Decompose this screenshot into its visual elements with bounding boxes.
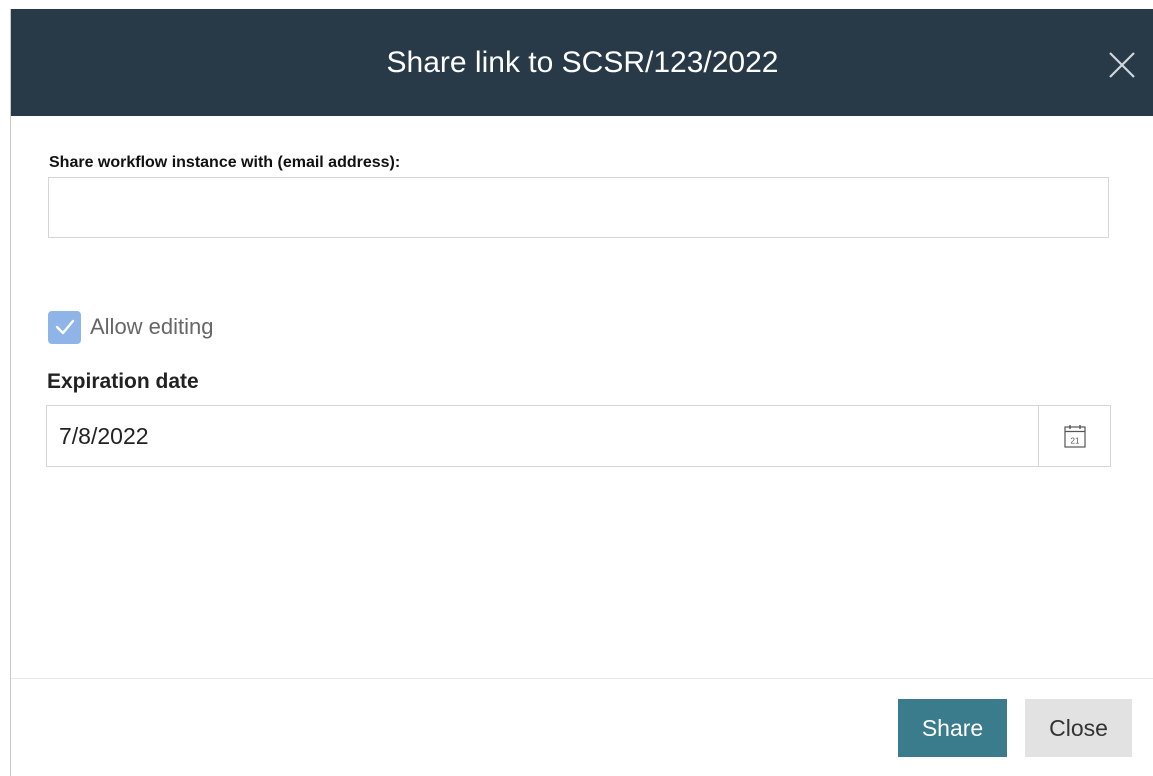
calendar-picker-button[interactable]: 21 — [1038, 406, 1110, 466]
calendar-icon: 21 — [1063, 425, 1086, 448]
dialog-header: Share link to SCSR/123/2022 — [11, 9, 1153, 116]
footer-divider — [11, 678, 1153, 679]
close-icon — [1109, 52, 1135, 78]
share-button[interactable]: Share — [898, 699, 1007, 757]
expiration-date-label: Expiration date — [47, 370, 199, 393]
allow-editing-checkbox-row[interactable]: Allow editing — [48, 310, 214, 344]
share-link-dialog: Share link to SCSR/123/2022 Share workfl… — [10, 9, 1153, 776]
calendar-icon-day: 21 — [1070, 437, 1079, 446]
dialog-title: Share link to SCSR/123/2022 — [386, 46, 779, 79]
close-button[interactable]: Close — [1025, 699, 1132, 757]
expiration-date-value[interactable]: 7/8/2022 — [59, 423, 149, 450]
dialog-close-button[interactable] — [1107, 50, 1137, 80]
checkmark-icon — [55, 319, 74, 335]
expiration-date-field[interactable]: 7/8/2022 21 — [46, 405, 1111, 467]
email-field[interactable] — [48, 177, 1109, 238]
allow-editing-label: Allow editing — [90, 314, 214, 339]
allow-editing-checkbox[interactable] — [48, 310, 81, 344]
email-field-label: Share workflow instance with (email addr… — [49, 154, 401, 171]
